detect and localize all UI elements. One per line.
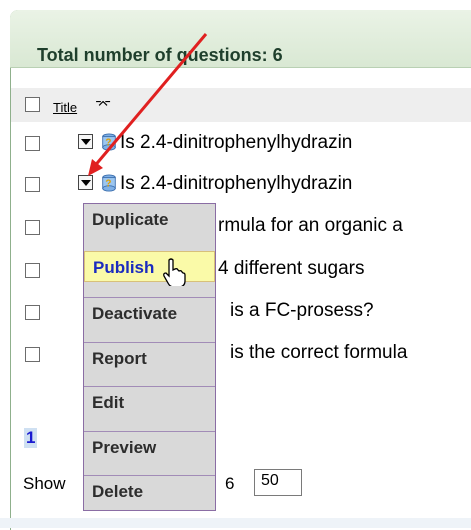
- svg-text:?: ?: [105, 138, 111, 149]
- menu-item-deactivate[interactable]: Deactivate: [84, 297, 215, 328]
- question-title[interactable]: is the correct formula: [230, 342, 407, 364]
- show-label: Show: [23, 474, 66, 493]
- panel-header: Total number of questions: 6: [10, 10, 471, 68]
- menu-item-report[interactable]: Report: [84, 342, 215, 373]
- menu-item-duplicate[interactable]: Duplicate: [84, 204, 215, 235]
- row-checkbox[interactable]: [25, 136, 40, 151]
- page-number-link[interactable]: 1: [24, 428, 38, 448]
- select-all-checkbox[interactable]: [25, 97, 40, 112]
- question-title[interactable]: Is 2.4-dinitrophenylhydrazin: [120, 132, 352, 154]
- row-checkbox[interactable]: [25, 347, 40, 362]
- menu-item-publish[interactable]: Publish: [84, 251, 215, 282]
- actions-dropdown-button[interactable]: [78, 175, 93, 190]
- question-title[interactable]: 4 different sugars: [218, 258, 364, 280]
- total-count: 6: [225, 474, 235, 493]
- question-title[interactable]: is a FC-prosess?: [230, 300, 374, 322]
- row-checkbox[interactable]: [25, 220, 40, 235]
- sort-icon[interactable]: ⌤: [95, 96, 111, 113]
- menu-item-preview[interactable]: Preview: [84, 431, 215, 462]
- question-title[interactable]: Is 2.4-dinitrophenylhydrazin: [120, 173, 352, 195]
- row-checkbox[interactable]: [25, 263, 40, 278]
- svg-text:?: ?: [105, 179, 111, 190]
- column-header-row: [11, 88, 471, 122]
- row-checkbox[interactable]: [25, 305, 40, 320]
- question-db-icon: ?: [102, 174, 116, 192]
- menu-item-delete[interactable]: Delete: [84, 475, 215, 506]
- sort-by-title-link[interactable]: Title: [53, 100, 77, 115]
- menu-item-edit[interactable]: Edit: [84, 386, 215, 417]
- hand-cursor-icon: [163, 258, 186, 286]
- question-title[interactable]: rmula for an organic a: [218, 215, 403, 237]
- row-checkbox[interactable]: [25, 177, 40, 192]
- actions-dropdown-button[interactable]: [78, 134, 93, 149]
- per-page-input[interactable]: 50: [254, 469, 302, 496]
- actions-context-menu: Duplicate Publish Deactivate Report Edit…: [83, 203, 216, 511]
- bottom-bar: [0, 518, 471, 528]
- page-title: Total number of questions: 6: [37, 45, 283, 65]
- question-db-icon: ?: [102, 133, 116, 151]
